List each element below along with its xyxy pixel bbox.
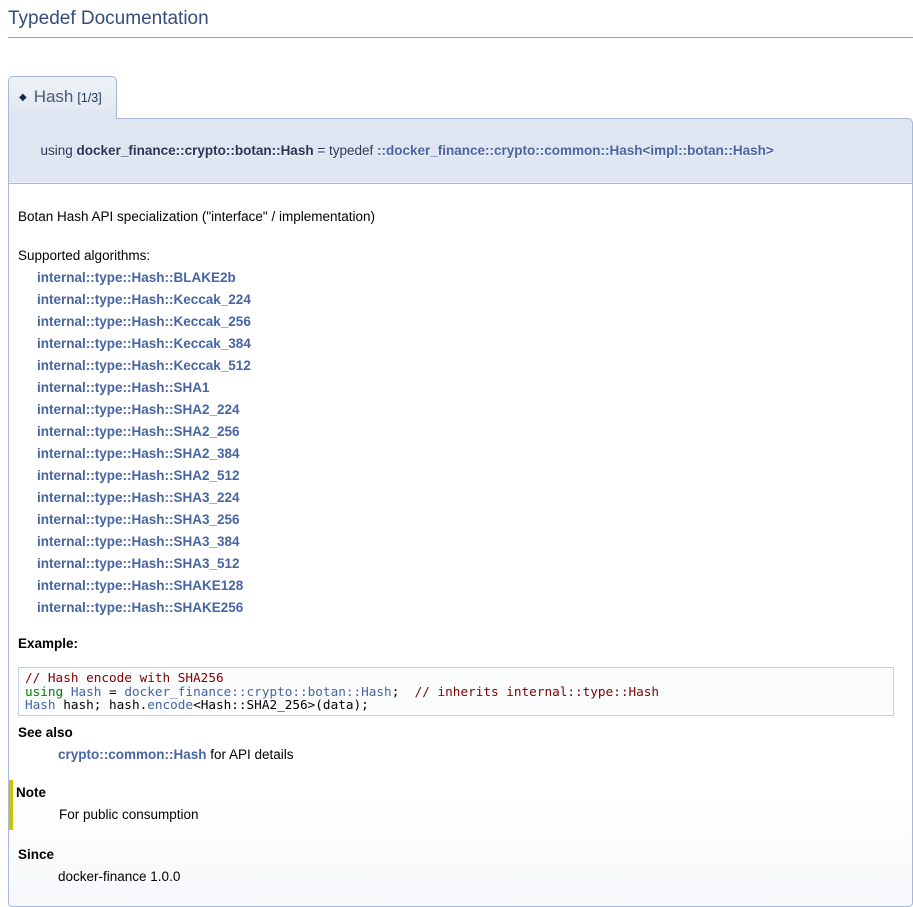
- member-documentation: Botan Hash API specialization ("interfac…: [8, 184, 913, 907]
- list-item: internal::type::Hash::Keccak_384: [37, 333, 902, 355]
- list-item: internal::type::Hash::SHA3_512: [37, 553, 902, 575]
- algorithm-link[interactable]: internal::type::Hash::SHA2_224: [37, 402, 240, 417]
- since-label: Since: [18, 844, 902, 866]
- member-prototype: using docker_finance::crypto::botan::Has…: [8, 118, 913, 184]
- code-line: // Hash encode with SHA256: [25, 671, 887, 685]
- algorithm-link[interactable]: internal::type::Hash::Keccak_384: [37, 336, 251, 351]
- typedef-documentation-section: Typedef Documentation ◆Hash[1/3] using d…: [8, 6, 913, 907]
- code-link[interactable]: Hash: [25, 697, 56, 712]
- code-link[interactable]: encode: [147, 697, 193, 712]
- note-label: Note: [16, 782, 902, 804]
- code-line: using Hash = docker_finance::crypto::bot…: [25, 685, 887, 699]
- proto-equals-typedef: = typedef: [314, 143, 377, 158]
- member-description: Botan Hash API specialization ("interfac…: [18, 208, 902, 225]
- supported-algorithms: Supported algorithms: internal::type::Ha…: [18, 245, 902, 619]
- algorithm-link[interactable]: internal::type::Hash::BLAKE2b: [37, 270, 236, 285]
- proto-typedef-name: docker_finance::crypto::botan::Hash: [77, 143, 314, 158]
- algorithm-link[interactable]: internal::type::Hash::SHAKE128: [37, 578, 243, 593]
- algorithm-link[interactable]: internal::type::Hash::Keccak_256: [37, 314, 251, 329]
- list-item: internal::type::Hash::SHA2_256: [37, 421, 902, 443]
- list-item: internal::type::Hash::SHA2_224: [37, 399, 902, 421]
- algorithms-label: Supported algorithms:: [18, 245, 902, 267]
- list-item: internal::type::Hash::Keccak_256: [37, 311, 902, 333]
- diamond-permalink-icon[interactable]: ◆: [19, 92, 27, 103]
- note-section: Note For public consumption: [9, 780, 902, 830]
- see-also-content: crypto::common::Hash for API details: [58, 744, 902, 766]
- member-overload-index: [1/3]: [77, 91, 101, 105]
- algorithm-link[interactable]: internal::type::Hash::SHA2_384: [37, 446, 240, 461]
- member-title-tab: ◆ Hash[1/3]: [8, 76, 117, 119]
- since-section: Since docker-finance 1.0.0: [18, 844, 902, 888]
- algorithm-link[interactable]: internal::type::Hash::Keccak_512: [37, 358, 251, 373]
- algorithm-link[interactable]: internal::type::Hash::SHA2_256: [37, 424, 240, 439]
- list-item: internal::type::Hash::SHA1: [37, 377, 902, 399]
- member-title: Hash: [34, 87, 74, 106]
- note-content: For public consumption: [59, 804, 902, 826]
- list-item: internal::type::Hash::SHAKE128: [37, 575, 902, 597]
- page-title: Typedef Documentation: [8, 6, 913, 38]
- algorithm-link[interactable]: internal::type::Hash::SHA2_512: [37, 468, 240, 483]
- algorithm-link[interactable]: internal::type::Hash::SHA3_224: [37, 490, 240, 505]
- list-item: internal::type::Hash::SHA2_384: [37, 443, 902, 465]
- list-item: internal::type::Hash::SHA3_384: [37, 531, 902, 553]
- algorithm-link[interactable]: internal::type::Hash::SHAKE256: [37, 600, 243, 615]
- code-line: Hash hash; hash.encode<Hash::SHA2_256>(d…: [25, 698, 887, 712]
- algorithm-link[interactable]: internal::type::Hash::SHA3_512: [37, 556, 240, 571]
- example-label: Example:: [18, 633, 902, 655]
- see-also-label: See also: [18, 722, 902, 744]
- list-item: internal::type::Hash::Keccak_512: [37, 355, 902, 377]
- member-item: using docker_finance::crypto::botan::Has…: [8, 38, 913, 907]
- algorithm-link[interactable]: internal::type::Hash::SHA3_256: [37, 512, 240, 527]
- algorithms-list: internal::type::Hash::BLAKE2b internal::…: [18, 267, 902, 619]
- list-item: internal::type::Hash::Keccak_224: [37, 289, 902, 311]
- list-item: internal::type::Hash::SHA3_224: [37, 487, 902, 509]
- code-block: // Hash encode with SHA256 using Hash = …: [18, 667, 894, 716]
- list-item: internal::type::Hash::BLAKE2b: [37, 267, 902, 289]
- list-item: internal::type::Hash::SHA3_256: [37, 509, 902, 531]
- see-also-section: See also crypto::common::Hash for API de…: [18, 722, 902, 766]
- see-also-link[interactable]: crypto::common::Hash: [58, 747, 207, 762]
- list-item: internal::type::Hash::SHA2_512: [37, 465, 902, 487]
- since-content: docker-finance 1.0.0: [58, 866, 902, 888]
- algorithm-link[interactable]: internal::type::Hash::SHA3_384: [37, 534, 240, 549]
- proto-target-type-link[interactable]: ::docker_finance::crypto::common::Hash<i…: [377, 143, 774, 158]
- list-item: internal::type::Hash::SHAKE256: [37, 597, 902, 619]
- algorithm-link[interactable]: internal::type::Hash::SHA1: [37, 380, 210, 395]
- algorithm-link[interactable]: internal::type::Hash::Keccak_224: [37, 292, 251, 307]
- proto-using-keyword: using: [41, 143, 77, 158]
- code-comment: // inherits internal::type::Hash: [415, 684, 659, 699]
